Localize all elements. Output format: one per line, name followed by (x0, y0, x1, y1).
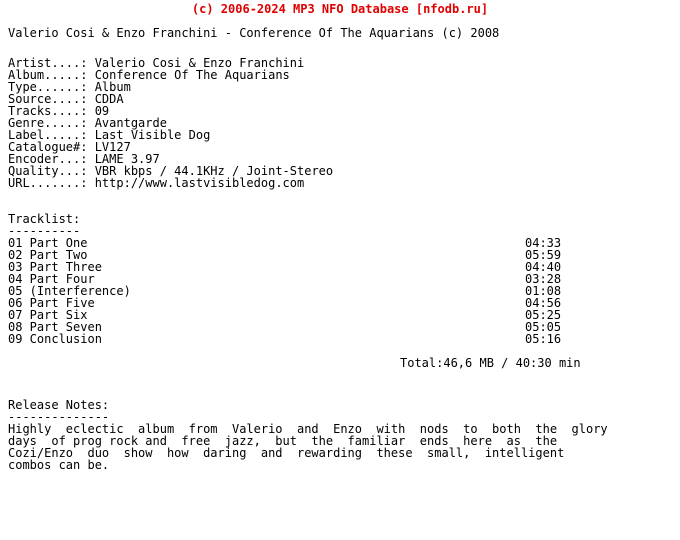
release-notes-line: combos can be. (8, 458, 110, 472)
info-row-value: http://www.lastvisibledog.com (87, 176, 305, 190)
info-row: URL.......: http://www.lastvisibledog.co… (8, 177, 680, 189)
total-label: Total:46,6 MB / 40:30 min (400, 356, 581, 370)
track-title: 09 Conclusion (8, 332, 102, 346)
tracklist-heading: Tracklist: (8, 212, 81, 226)
track-row: 08 Part Seven 05:05 (8, 321, 680, 333)
track-duration: 05:16 (525, 332, 562, 346)
track-row: 09 Conclusion 05:16 (8, 333, 680, 345)
info-row-key: URL.......: (8, 176, 88, 190)
track-row: 01 Part One 04:33 (8, 237, 680, 249)
nfo-page: (c) 2006-2024 MP3 NFO Database [nfodb.ru… (0, 0, 680, 540)
track-row: 07 Part Six 05:25 (8, 309, 680, 321)
info-block: Artist....: Valerio Cosi & Enzo Franchin… (8, 57, 680, 189)
tracklist-rule: ---------- (8, 224, 81, 238)
nfodb-banner: (c) 2006-2024 MP3 NFO Database [nfodb.ru… (191, 2, 489, 16)
release-title: Valerio Cosi & Enzo Franchini - Conferen… (8, 26, 500, 40)
tracklist-block: 01 Part One 04:33 02 Part Two 05:59 03 Part … (8, 237, 680, 345)
track-row: 03 Part Three 04:40 (8, 261, 680, 273)
nfo-body: Valerio Cosi & Enzo Franchini - Conferen… (0, 27, 680, 471)
track-row: 05 (Interference) 01:08 (8, 285, 680, 297)
total-row: Total:46,6 MB / 40:30 min (8, 357, 680, 369)
release-notes-block: Highly eclectic album from Valerio and E… (8, 423, 680, 471)
track-row: 06 Part Five 04:56 (8, 297, 680, 309)
track-row: 02 Part Two 05:59 (8, 249, 680, 261)
